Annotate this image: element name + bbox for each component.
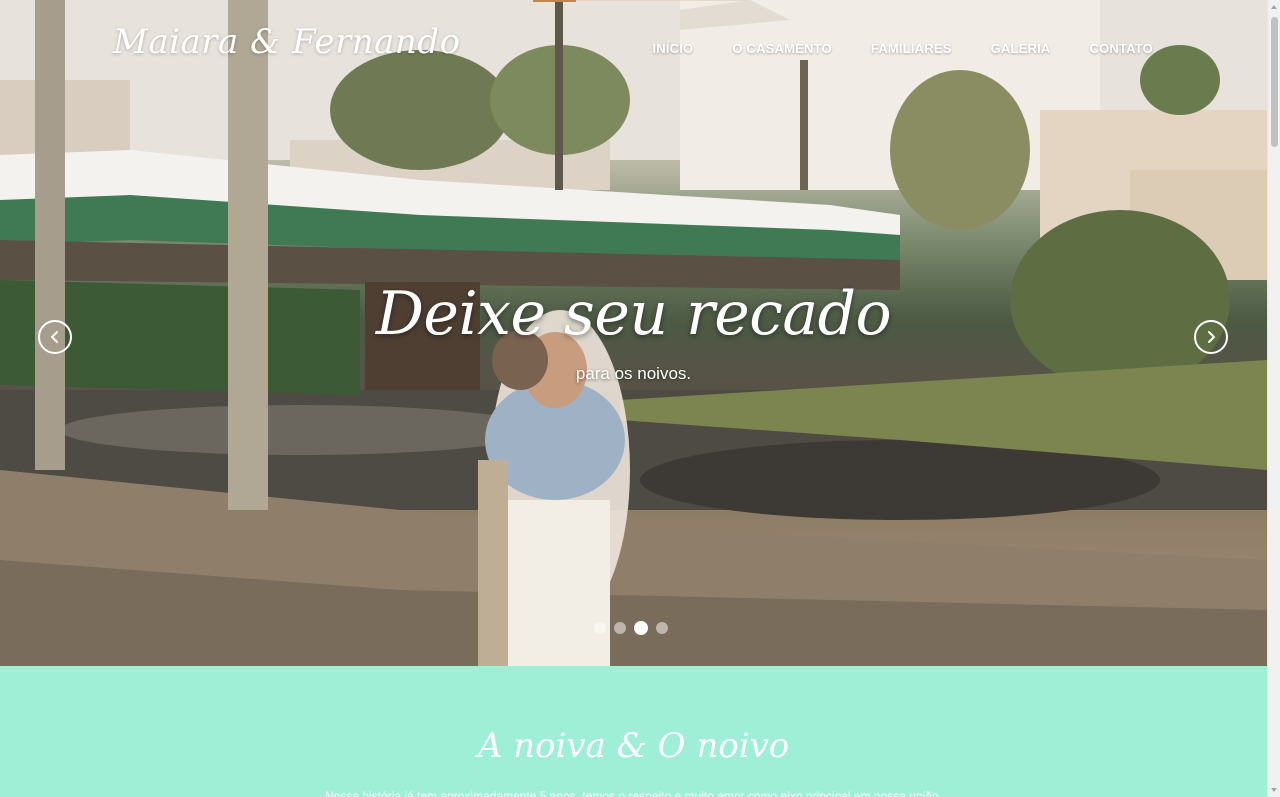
couple-section-title: A noiva & O noivo xyxy=(477,726,790,766)
chevron-left-icon xyxy=(51,331,58,343)
site-logo[interactable]: Maiara & Fernando xyxy=(113,22,461,62)
carousel-dot-3[interactable] xyxy=(634,621,648,635)
carousel-subtitle: para os noivos. xyxy=(575,364,692,383)
carousel-next-button[interactable] xyxy=(1194,320,1228,354)
hero-carousel: Maiara & Fernando INÍCIO O CASAMENTO FAM… xyxy=(0,0,1267,666)
carousel-caption: Deixe seu recado para os noivos. xyxy=(0,278,1267,384)
nav-item-galeria[interactable]: GALERIA xyxy=(991,41,1051,56)
carousel-prev-button[interactable] xyxy=(38,320,72,354)
carousel-dot-2[interactable] xyxy=(614,622,626,634)
nav-item-familiares[interactable]: FAMILIARES xyxy=(871,41,952,56)
top-accent-bar xyxy=(533,0,576,2)
carousel-title: Deixe seu recado xyxy=(375,279,892,349)
main-nav: INÍCIO O CASAMENTO FAMILIARES GALERIA CO… xyxy=(652,41,1153,56)
scroll-down-arrow-icon[interactable] xyxy=(1271,788,1277,792)
page: Maiara & Fernando INÍCIO O CASAMENTO FAM… xyxy=(0,0,1280,797)
scrollbar-thumb[interactable] xyxy=(1271,17,1278,147)
couple-section-text: Nossa história já tem aproximadamente 5 … xyxy=(325,789,942,797)
chevron-right-icon xyxy=(1208,331,1215,343)
nav-item-contato[interactable]: CONTATO xyxy=(1089,41,1153,56)
page-scrollbar[interactable] xyxy=(1267,0,1280,797)
top-accent-line xyxy=(576,0,748,1)
carousel-dot-4[interactable] xyxy=(656,622,668,634)
nav-item-o-casamento[interactable]: O CASAMENTO xyxy=(732,41,831,56)
scroll-up-arrow-icon[interactable] xyxy=(1271,5,1277,9)
carousel-indicators xyxy=(594,621,668,635)
carousel-dot-1[interactable] xyxy=(594,622,606,634)
nav-item-inicio[interactable]: INÍCIO xyxy=(652,41,693,56)
couple-section: A noiva & O noivo Nossa história já tem … xyxy=(0,666,1267,797)
